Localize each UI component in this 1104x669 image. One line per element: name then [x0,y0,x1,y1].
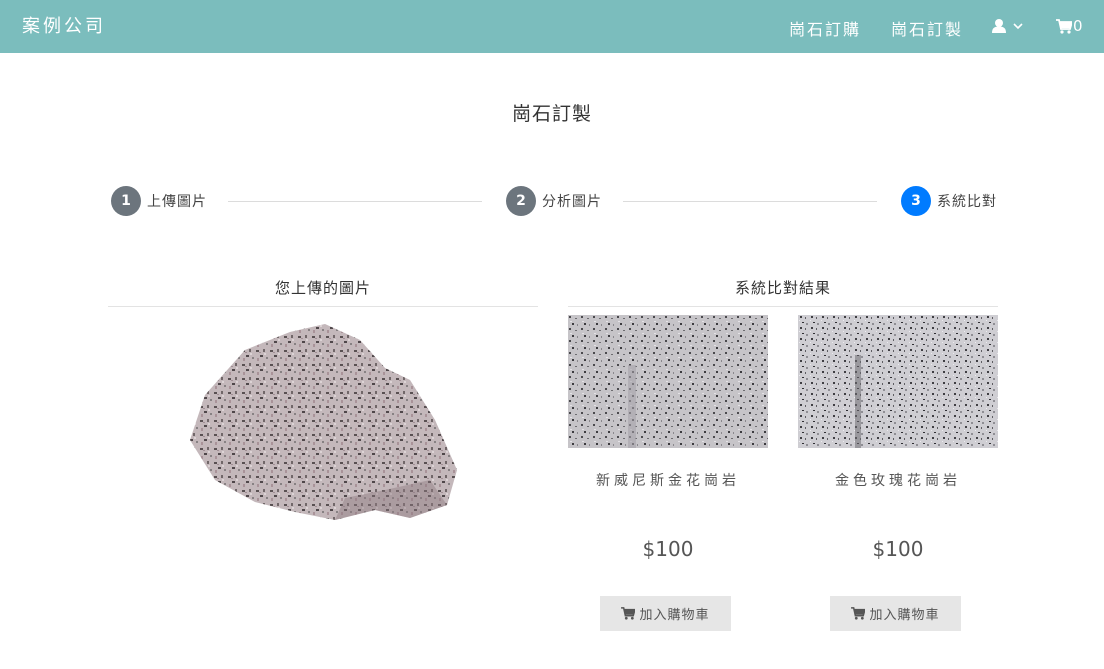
results-heading: 系統比對結果 [568,277,998,307]
step-upload: 1 上傳圖片 [111,186,207,216]
cart-count: 0 [1073,17,1083,35]
chevron-down-icon [1013,23,1023,30]
cart-icon [851,607,866,620]
step-label: 上傳圖片 [147,194,207,210]
add-to-cart-label: 加入購物車 [639,607,710,622]
brand-logo[interactable]: 案例公司 [22,12,106,38]
product-image[interactable] [798,315,998,448]
uploaded-image-heading: 您上傳的圖片 [108,277,538,307]
step-number: 1 [111,186,141,216]
step-label: 系統比對 [937,194,997,210]
nav-link-granite-custom[interactable]: 崗石訂製 [891,16,963,40]
product-name: 金色玫瑰花崗岩 [835,473,961,489]
add-to-cart-button[interactable]: 加入購物車 [600,596,731,631]
cart-icon [621,607,636,620]
product-image[interactable] [568,315,768,448]
uploaded-rock-image [190,324,457,520]
user-menu-dropdown[interactable] [992,17,1028,37]
add-to-cart-button[interactable]: 加入購物車 [830,596,961,631]
navbar: 案例公司 崗石訂購 崗石訂製 0 [0,0,1104,53]
user-icon [992,19,1023,33]
product-price: $100 [642,537,694,561]
step-connector [228,201,482,202]
product-name: 新威尼斯金花崗岩 [596,473,740,489]
page-title: 崗石訂製 [511,103,592,125]
step-connector [623,201,877,202]
step-number: 3 [901,186,931,216]
add-to-cart-label: 加入購物車 [869,607,940,622]
product-price: $100 [872,537,924,561]
step-analyze: 2 分析圖片 [506,186,602,216]
nav-link-granite-order[interactable]: 崗石訂購 [789,16,861,40]
step-label: 分析圖片 [542,194,602,210]
cart-button[interactable]: 0 [1056,16,1083,36]
cart-icon [1056,18,1072,34]
step-number: 2 [506,186,536,216]
step-compare: 3 系統比對 [901,186,997,216]
